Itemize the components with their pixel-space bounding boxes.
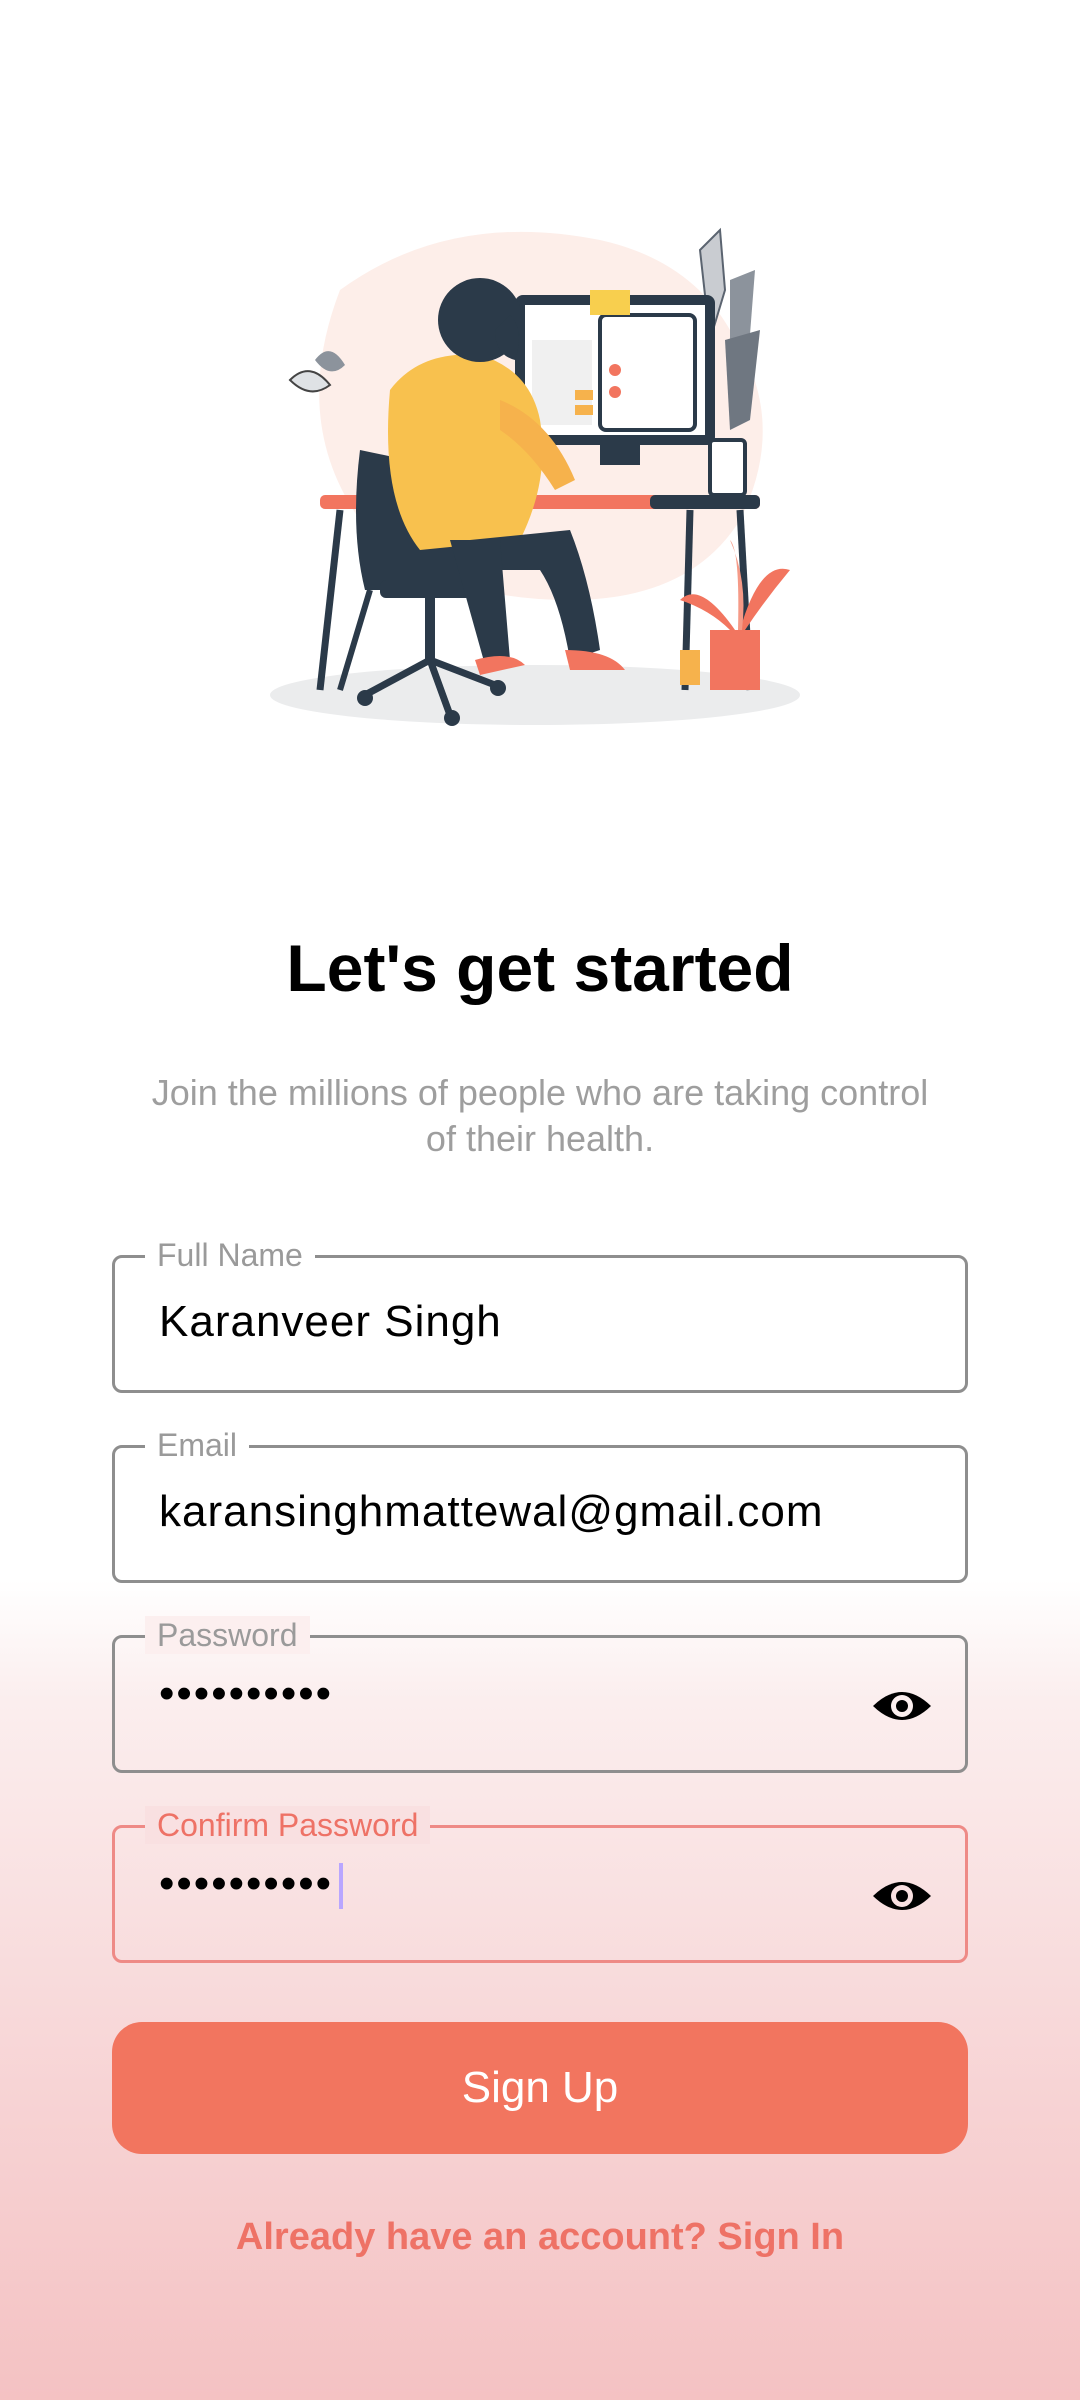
email-label: Email	[145, 1426, 250, 1464]
eye-icon[interactable]	[871, 1684, 933, 1728]
full-name-field[interactable]: Full Name Karanveer Singh	[112, 1236, 968, 1393]
page-subtitle: Join the millions of people who are taki…	[151, 1072, 929, 1159]
full-name-input[interactable]: Karanveer Singh	[159, 1296, 502, 1348]
eye-icon[interactable]	[871, 1874, 933, 1918]
confirm-password-label: Confirm Password	[145, 1806, 431, 1844]
confirm-password-field[interactable]: Confirm Password ••••••••••	[112, 1806, 968, 1963]
email-field[interactable]: Email karansinghmattewal@gmail.com	[112, 1426, 968, 1583]
text-cursor	[339, 1863, 344, 1910]
sign-up-button[interactable]: Sign Up	[112, 2022, 968, 2154]
email-input[interactable]: karansinghmattewal@gmail.com	[159, 1486, 823, 1538]
full-name-label: Full Name	[145, 1236, 315, 1274]
sign-in-link[interactable]: Already have an account? Sign In	[0, 2216, 1080, 2259]
password-field[interactable]: Password ••••••••••	[112, 1616, 968, 1773]
page-title: Let's get started	[286, 931, 794, 1005]
person-at-desk-illustration	[270, 227, 800, 726]
confirm-password-value: ••••••••••	[159, 1859, 334, 1908]
password-input[interactable]: ••••••••••	[159, 1668, 333, 1720]
confirm-password-input[interactable]: ••••••••••	[159, 1858, 344, 1910]
password-label: Password	[145, 1616, 310, 1654]
